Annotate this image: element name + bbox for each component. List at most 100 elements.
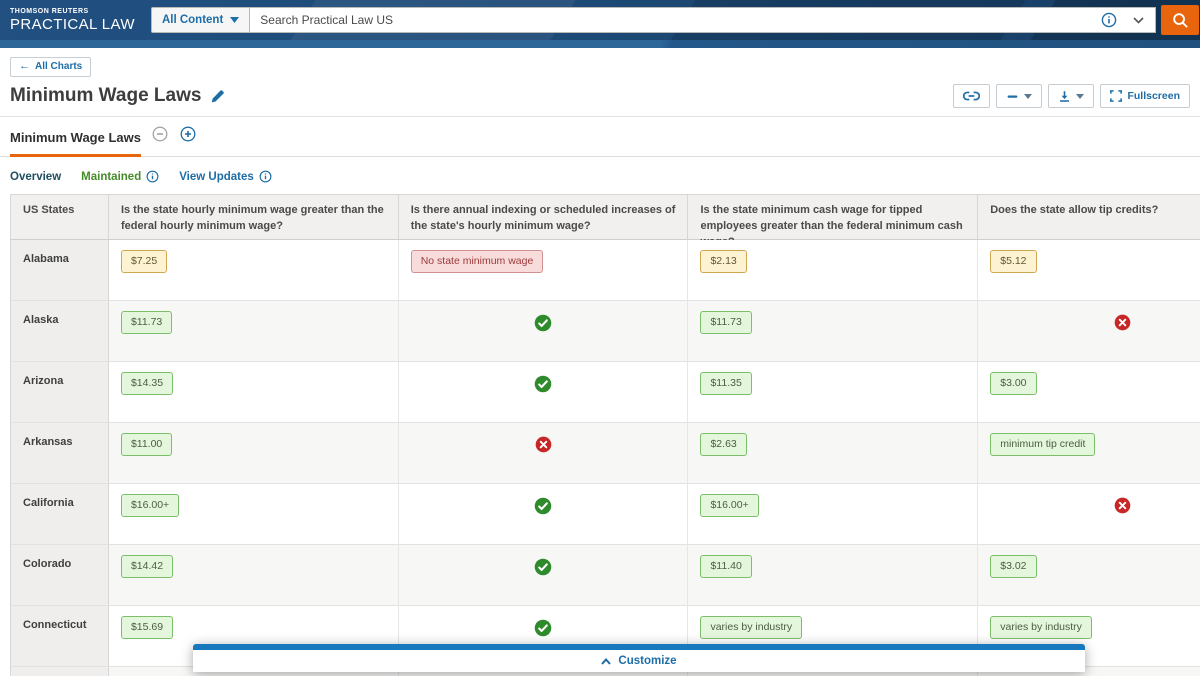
table-cell: $16.00+ (109, 484, 399, 545)
download-button[interactable] (1048, 84, 1094, 108)
value-badge: $16.00+ (121, 494, 179, 517)
table-row: California $16.00+ $16.00+ (11, 484, 1200, 545)
overview-label: Overview (10, 171, 61, 183)
logo-line2: PRACTICAL LAW (10, 16, 135, 33)
fullscreen-label: Fullscreen (1127, 90, 1180, 102)
state-label: Delaware (11, 667, 109, 676)
table-cell: $16.00+ (688, 484, 978, 545)
page-title: Minimum Wage Laws (10, 85, 201, 107)
state-label: Connecticut (11, 606, 109, 667)
table-cell: $14.42 (109, 545, 399, 606)
table-row: Arkansas$11.00 $2.63minimum tip credit (11, 423, 1200, 484)
value-badge: $14.42 (121, 555, 173, 578)
table-cell: $7.25 (109, 240, 399, 301)
value-badge: $3.00 (990, 372, 1036, 395)
table-row: Arizona$14.35 $11.35 $3.00 (11, 362, 1200, 423)
column-header: US States (11, 195, 109, 240)
value-badge: $3.02 (990, 555, 1036, 578)
view-subnav: Overview Maintained View Updates (0, 157, 1200, 194)
header-accent-stripe (0, 40, 1200, 48)
row-height-button[interactable] (996, 84, 1042, 108)
chart-toolbar: Fullscreen (953, 84, 1190, 108)
customize-panel-toggle[interactable]: Customize (193, 644, 1085, 672)
overview-link[interactable]: Overview (10, 171, 61, 183)
app-header: THOMSON REUTERS PRACTICAL LAW All Conten… (0, 0, 1200, 40)
table-cell (978, 484, 1200, 545)
state-label: Arizona (11, 362, 109, 423)
practical-law-logo[interactable]: THOMSON REUTERS PRACTICAL LAW (10, 8, 135, 33)
check-icon (534, 619, 552, 637)
maintained-label: Maintained (81, 171, 141, 183)
minimum-wage-table: US StatesIs the state hourly minimum wag… (10, 194, 1200, 676)
all-charts-back-button[interactable]: ← All Charts (10, 57, 91, 77)
search-button[interactable] (1161, 5, 1199, 35)
check-icon (534, 558, 552, 576)
value-badge: $15.69 (121, 616, 173, 639)
value-badge: $7.25 (121, 250, 167, 273)
value-badge: $11.40 (700, 555, 751, 578)
table-row: Alaska $11.73 $11.73 (11, 301, 1200, 362)
check-icon (534, 314, 552, 332)
value-badge: $11.73 (121, 311, 172, 334)
back-arrow-icon: ← (19, 61, 30, 72)
value-badge: varies by industry (700, 616, 802, 639)
table-cell (399, 362, 689, 423)
table-cell: $11.35 (688, 362, 978, 423)
table-cell (399, 423, 689, 484)
remove-tab-icon[interactable] (152, 126, 168, 142)
table-cell: $2.13 (688, 240, 978, 301)
content-scope-dropdown[interactable]: All Content (151, 7, 250, 33)
table-cell: $14.35 (109, 362, 399, 423)
info-icon[interactable] (259, 170, 272, 183)
scope-label: All Content (162, 14, 223, 26)
dash-icon (1006, 90, 1019, 103)
copy-link-button[interactable] (953, 84, 990, 108)
table-cell: $3.02 (978, 545, 1200, 606)
state-label: Colorado (11, 545, 109, 606)
column-header: Is the state hourly minimum wage greater… (109, 195, 399, 240)
table-cell: $11.73 (688, 301, 978, 362)
chevron-up-icon (601, 658, 611, 665)
info-icon[interactable] (146, 170, 159, 183)
view-updates-label: View Updates (179, 171, 254, 183)
table-cell: $3.00 (978, 362, 1200, 423)
caret-down-icon (1024, 94, 1032, 99)
copy-link-icon (963, 90, 980, 102)
state-label: California (11, 484, 109, 545)
info-icon[interactable] (1101, 12, 1117, 28)
state-label: Arkansas (11, 423, 109, 484)
fullscreen-button[interactable]: Fullscreen (1100, 84, 1190, 108)
state-label: Alaska (11, 301, 109, 362)
add-tab-icon[interactable] (180, 126, 196, 142)
state-label: Alabama (11, 240, 109, 301)
practical-law-charts-page: THOMSON REUTERS PRACTICAL LAW All Conten… (0, 0, 1200, 676)
value-badge: $2.13 (700, 250, 746, 273)
table-cell (399, 545, 689, 606)
check-icon (534, 375, 552, 393)
table-cell (399, 484, 689, 545)
column-header: Does the state allow tip credits? (978, 195, 1200, 240)
table-cell: $11.40 (688, 545, 978, 606)
tab-minimum-wage-laws[interactable]: Minimum Wage Laws (10, 119, 196, 156)
table-cell: $11.00 (109, 423, 399, 484)
value-badge: $16.00+ (700, 494, 758, 517)
fullscreen-expand-icon (1110, 90, 1122, 102)
view-updates-link[interactable]: View Updates (179, 170, 272, 183)
table-header-row: US StatesIs the state hourly minimum wag… (11, 195, 1200, 240)
value-badge: $11.73 (700, 311, 751, 334)
search-input[interactable] (250, 7, 1156, 33)
chevron-down-icon[interactable] (1133, 17, 1144, 24)
value-badge: No state minimum wage (411, 250, 544, 273)
table-cell (399, 301, 689, 362)
table-row: Alabama$7.25No state minimum wage$2.13$5… (11, 240, 1200, 301)
maintained-status[interactable]: Maintained (81, 170, 159, 183)
value-badge: varies by industry (990, 616, 1092, 639)
download-icon (1058, 90, 1071, 103)
edit-title-icon[interactable] (210, 89, 225, 104)
table-cell (978, 301, 1200, 362)
table-row: Colorado $14.42 $11.40 $3.02 (11, 545, 1200, 606)
customize-label: Customize (618, 655, 676, 667)
value-badge: $2.63 (700, 433, 746, 456)
search-bar: All Content (151, 7, 1156, 33)
search-icon (1172, 12, 1189, 29)
